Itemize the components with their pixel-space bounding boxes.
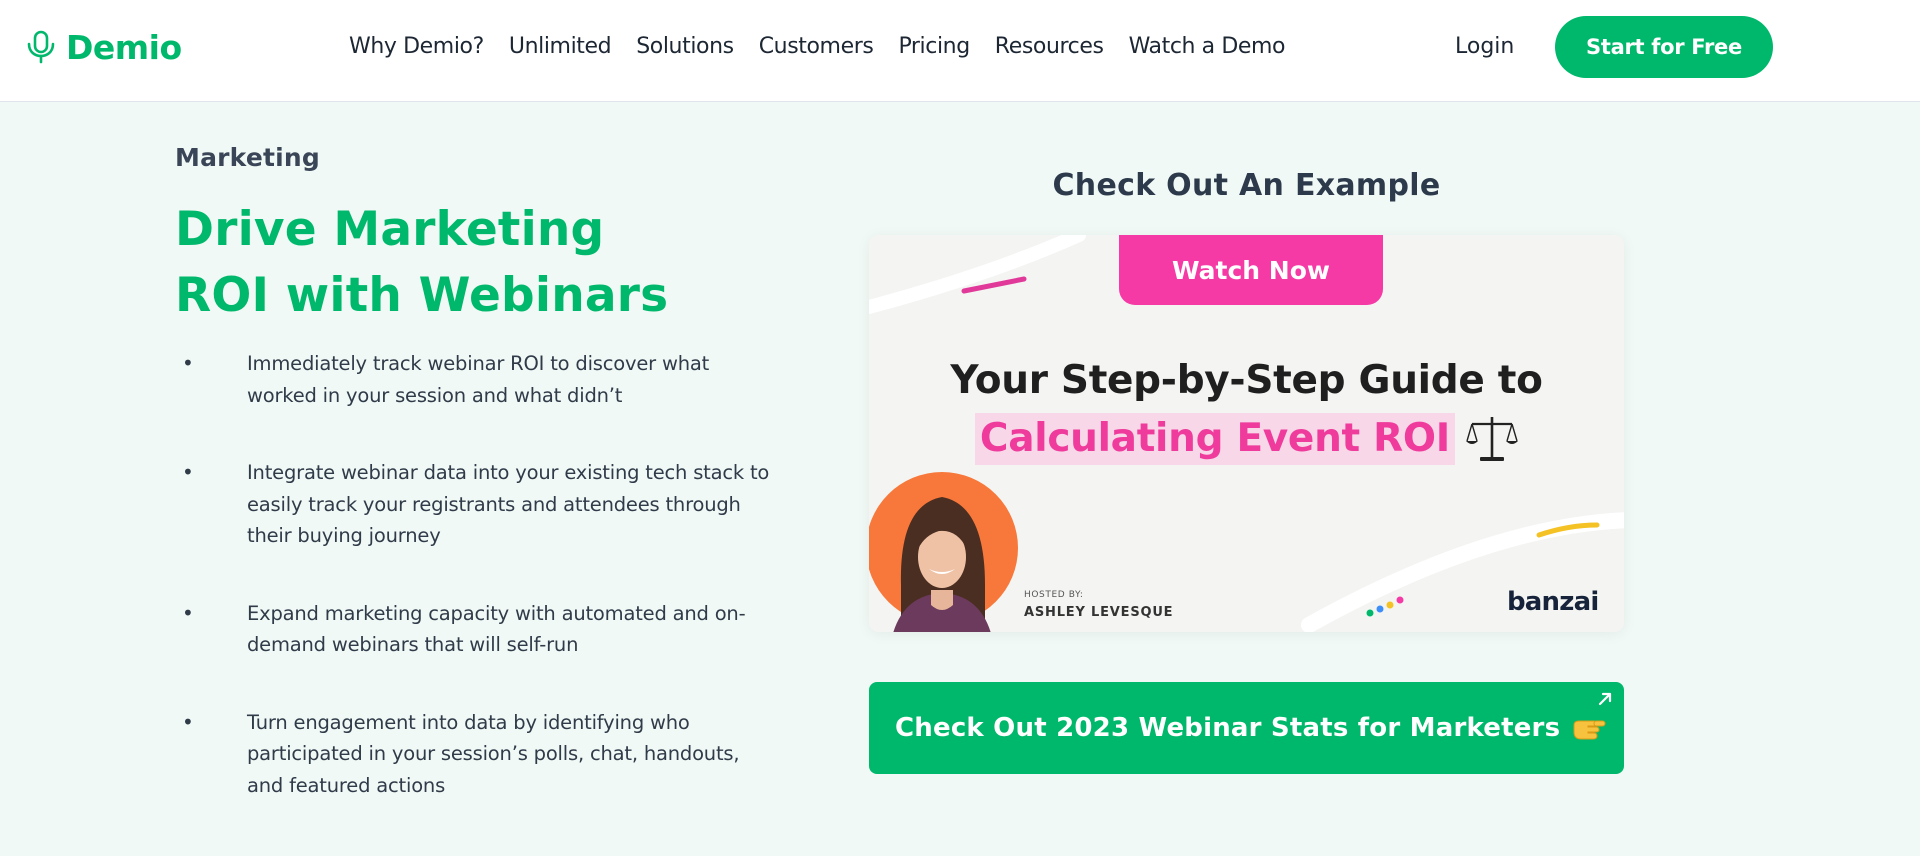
nav-customers[interactable]: Customers <box>759 31 874 63</box>
main-nav: Why Demio? Unlimited Solutions Customers… <box>349 31 1310 63</box>
watch-now-button[interactable]: Watch Now <box>1119 235 1383 305</box>
nav-unlimited[interactable]: Unlimited <box>509 31 612 63</box>
colored-dots-icon <box>1366 596 1404 617</box>
benefit-item-engagement-data: • Turn engagement into data by identifyi… <box>175 707 775 802</box>
banzai-logo: banzai <box>1507 587 1599 617</box>
card-title-line-1: Your Step-by-Step Guide to <box>950 358 1543 403</box>
card-title-line-2-row: Calculating Event ROI <box>869 413 1624 465</box>
benefit-text: Turn engagement into data by identifying… <box>247 710 740 797</box>
host-avatar <box>869 472 1018 632</box>
balance-scale-icon <box>1466 417 1519 461</box>
hosted-by-label: HOSTED BY: <box>1024 590 1084 600</box>
bullet-marker: • <box>182 709 194 734</box>
webinar-stats-label: Check Out 2023 Webinar Stats for Markete… <box>895 713 1561 743</box>
login-link[interactable]: Login <box>1455 31 1514 63</box>
bullet-marker: • <box>182 351 194 375</box>
benefit-text: Immediately track webinar ROI to discove… <box>247 352 710 407</box>
pointing-hand-icon <box>1573 720 1606 740</box>
site-header: Demio Why Demio? Unlimited Solutions Cus… <box>0 0 1920 102</box>
example-section-title: Check Out An Example <box>1052 168 1441 203</box>
nav-watch-a-demo[interactable]: Watch a Demo <box>1129 31 1286 63</box>
start-for-free-button[interactable]: Start for Free <box>1555 16 1773 78</box>
nav-solutions[interactable]: Solutions <box>636 31 734 63</box>
page-headline: Drive Marketing ROI with Webinars <box>175 197 815 329</box>
bullet-marker: • <box>182 600 194 625</box>
demio-logo[interactable]: Demio <box>24 26 182 68</box>
nav-resources[interactable]: Resources <box>995 31 1104 63</box>
card-title-line-2: Calculating Event ROI <box>974 413 1455 465</box>
nav-why-demio[interactable]: Why Demio? <box>349 31 484 63</box>
webinar-stats-button[interactable]: Check Out 2023 Webinar Stats for Markete… <box>869 682 1624 774</box>
microphone-logo-icon <box>27 30 55 64</box>
benefit-item-expand-capacity: • Expand marketing capacity with automat… <box>175 598 775 661</box>
nav-pricing[interactable]: Pricing <box>898 31 970 63</box>
benefit-item-track-roi: • Immediately track webinar ROI to disco… <box>175 348 775 411</box>
benefit-item-integrate-data: • Integrate webinar data into your exist… <box>175 457 775 552</box>
benefit-text: Integrate webinar data into your existin… <box>247 461 770 547</box>
logo-text: Demio <box>66 27 182 67</box>
benefit-list: • Immediately track webinar ROI to disco… <box>175 348 775 847</box>
external-link-icon <box>1598 692 1612 706</box>
headline-line-1: Drive Marketing <box>175 202 605 257</box>
benefit-text: Expand marketing capacity with automated… <box>247 601 746 657</box>
webinar-example-card[interactable]: Watch Now Your Step-by-Step Guide to Cal… <box>869 235 1624 632</box>
headline-line-2: ROI with Webinars <box>175 268 669 323</box>
bullet-marker: • <box>182 460 194 484</box>
host-name: ASHLEY LEVESQUE <box>1024 605 1174 620</box>
section-eyebrow: Marketing <box>175 143 321 172</box>
